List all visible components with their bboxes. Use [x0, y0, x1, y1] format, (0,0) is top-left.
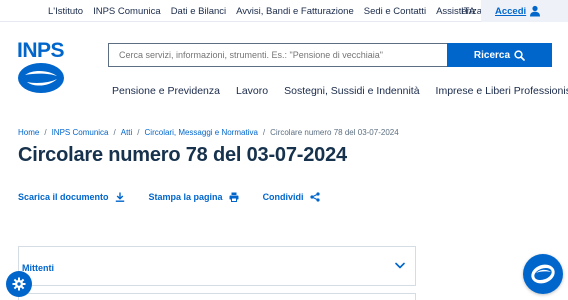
search-input[interactable] — [108, 43, 448, 67]
chat-assistant-button[interactable] — [523, 254, 563, 294]
nav-item-imprese[interactable]: Imprese e Liberi Professionisti — [436, 85, 568, 97]
share-label: Condividi — [262, 192, 304, 202]
logo-text: INPS — [17, 39, 65, 62]
breadcrumb-home[interactable]: Home — [18, 128, 39, 137]
language-selector[interactable]: ITA — [461, 6, 475, 17]
chat-icon — [531, 264, 555, 284]
breadcrumb-separator: / — [44, 128, 47, 137]
logo-mark-icon — [18, 63, 64, 93]
nav-item-pensione[interactable]: Pensione e Previdenza — [112, 85, 220, 97]
download-icon — [115, 192, 124, 202]
main-nav: Pensione e Previdenza Lavoro Sostegni, S… — [112, 85, 568, 97]
user-icon — [530, 5, 540, 17]
gear-icon — [12, 277, 26, 291]
breadcrumb-separator: / — [137, 128, 140, 137]
breadcrumb: Home / INPS Comunica / Atti / Circolari,… — [18, 128, 399, 137]
print-page-button[interactable]: Stampa la pagina — [149, 192, 239, 202]
print-icon — [229, 192, 239, 202]
share-icon — [309, 192, 320, 202]
utility-nav: L'Istituto INPS Comunica Dati e Bilanci … — [48, 6, 492, 17]
page-title: Circolare numero 78 del 03-07-2024 — [18, 144, 347, 166]
breadcrumb-current: Circolare numero 78 del 03-07-2024 — [270, 128, 399, 137]
chevron-down-icon[interactable] — [395, 262, 405, 270]
document-actions: Scarica il documento Stampa la pagina Co… — [18, 192, 320, 202]
accordion-mittenti[interactable] — [18, 246, 416, 286]
breadcrumb-separator: / — [113, 128, 116, 137]
utility-link-sedi[interactable]: Sedi e Contatti — [364, 6, 426, 17]
breadcrumb-atti[interactable]: Atti — [121, 128, 133, 137]
download-label: Scarica il documento — [18, 192, 109, 202]
breadcrumb-circolari[interactable]: Circolari, Messaggi e Normativa — [145, 128, 258, 137]
search-button[interactable]: Ricerca — [447, 43, 552, 67]
utility-link-dati-bilanci[interactable]: Dati e Bilanci — [171, 6, 226, 17]
utility-link-assistenza[interactable]: Assistenza — [436, 6, 482, 17]
utility-link-avvisi[interactable]: Avvisi, Bandi e Fatturazione — [236, 6, 354, 17]
login-link[interactable]: Accedi — [495, 6, 526, 17]
accessibility-settings-button[interactable] — [6, 271, 32, 297]
download-document-button[interactable]: Scarica il documento — [18, 192, 125, 202]
breadcrumb-inps-comunica[interactable]: INPS Comunica — [52, 128, 109, 137]
search-button-label: Ricerca — [473, 49, 511, 61]
accordion-title[interactable]: Mittenti — [22, 263, 54, 273]
utility-link-inps-comunica[interactable]: INPS Comunica — [93, 6, 161, 17]
utility-bar: L'Istituto INPS Comunica Dati e Bilanci … — [0, 0, 568, 22]
nav-item-sostegni[interactable]: Sostegni, Sussidi e Indennità — [284, 85, 419, 97]
share-button[interactable]: Condividi — [263, 192, 320, 202]
accordion-next[interactable] — [18, 293, 416, 300]
nav-item-lavoro[interactable]: Lavoro — [236, 85, 268, 97]
print-label: Stampa la pagina — [148, 192, 223, 202]
inps-logo[interactable]: INPS — [17, 40, 65, 94]
login-area[interactable]: Accedi — [481, 0, 568, 22]
utility-link-istituto[interactable]: L'Istituto — [48, 6, 83, 17]
search-icon — [514, 49, 525, 61]
breadcrumb-separator: / — [262, 128, 266, 137]
